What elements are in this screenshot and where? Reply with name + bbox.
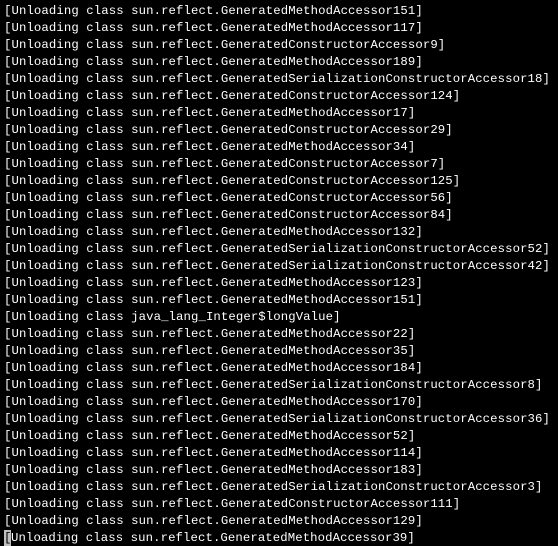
log-line: [Unloading class java_lang_Integer$longV… [4, 309, 554, 326]
log-line: [Unloading class sun.reflect.GeneratedSe… [4, 377, 554, 394]
log-line: [Unloading class sun.reflect.GeneratedSe… [4, 241, 554, 258]
log-line: [Unloading class sun.reflect.GeneratedMe… [4, 513, 554, 530]
log-line: [Unloading class sun.reflect.GeneratedMe… [4, 3, 554, 20]
log-line: [Unloading class sun.reflect.GeneratedSe… [4, 479, 554, 496]
log-line: [Unloading class sun.reflect.GeneratedCo… [4, 122, 554, 139]
log-line: [Unloading class sun.reflect.GeneratedMe… [4, 394, 554, 411]
terminal-output[interactable]: [Unloading class sun.reflect.GeneratedMe… [0, 0, 558, 546]
log-line: [Unloading class sun.reflect.GeneratedMe… [4, 428, 554, 445]
log-line: [Unloading class sun.reflect.GeneratedCo… [4, 156, 554, 173]
log-line-current: [Unloading class sun.reflect.GeneratedMe… [4, 530, 554, 546]
log-line: [Unloading class sun.reflect.GeneratedMe… [4, 139, 554, 156]
log-line: [Unloading class sun.reflect.GeneratedCo… [4, 173, 554, 190]
log-line: [Unloading class sun.reflect.GeneratedMe… [4, 224, 554, 241]
log-line: [Unloading class sun.reflect.GeneratedMe… [4, 292, 554, 309]
log-line: [Unloading class sun.reflect.GeneratedMe… [4, 462, 554, 479]
log-line: [Unloading class sun.reflect.GeneratedMe… [4, 360, 554, 377]
log-line: [Unloading class sun.reflect.GeneratedCo… [4, 88, 554, 105]
log-line: [Unloading class sun.reflect.GeneratedSe… [4, 411, 554, 428]
log-line: [Unloading class sun.reflect.GeneratedCo… [4, 496, 554, 513]
log-line: [Unloading class sun.reflect.GeneratedMe… [4, 20, 554, 37]
log-line-text: Unloading class sun.reflect.GeneratedMet… [11, 531, 415, 545]
log-line: [Unloading class sun.reflect.GeneratedMe… [4, 275, 554, 292]
log-line: [Unloading class sun.reflect.GeneratedMe… [4, 343, 554, 360]
log-line: [Unloading class sun.reflect.GeneratedCo… [4, 190, 554, 207]
log-line: [Unloading class sun.reflect.GeneratedCo… [4, 207, 554, 224]
log-line: [Unloading class sun.reflect.GeneratedCo… [4, 37, 554, 54]
log-line: [Unloading class sun.reflect.GeneratedMe… [4, 445, 554, 462]
log-line: [Unloading class sun.reflect.GeneratedMe… [4, 54, 554, 71]
log-line: [Unloading class sun.reflect.GeneratedSe… [4, 71, 554, 88]
log-line: [Unloading class sun.reflect.GeneratedMe… [4, 326, 554, 343]
cursor: [ [4, 530, 11, 546]
log-line: [Unloading class sun.reflect.GeneratedMe… [4, 105, 554, 122]
log-line: [Unloading class sun.reflect.GeneratedSe… [4, 258, 554, 275]
